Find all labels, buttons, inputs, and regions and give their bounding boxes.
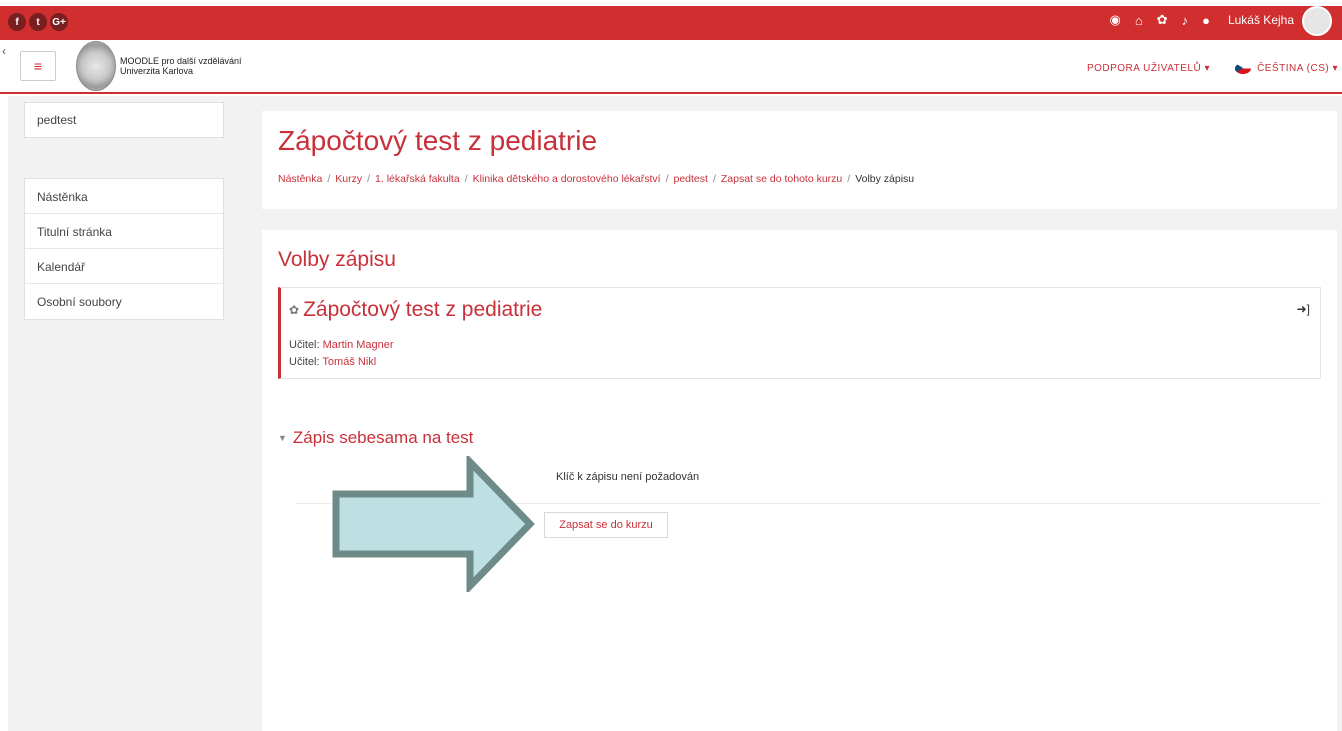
brand-subtitle: Univerzita Karlova (120, 66, 194, 76)
self-enrol-section-toggle[interactable]: ▼ Zápis sebesama na test (278, 428, 473, 448)
page-title: Zápočtový test z pediatrie (278, 125, 598, 156)
sign-in-icon: ➜] (1296, 302, 1310, 316)
site-brand[interactable]: MOODLE pro další vzdělávání Univerzita K… (120, 56, 242, 76)
breadcrumb-item[interactable]: 1. lékařská fakulta (375, 173, 460, 185)
sidebar-item-home[interactable]: Titulní stránka (25, 214, 223, 249)
facebook-icon[interactable]: f (8, 13, 26, 31)
sidebar-nav: Nástěnka Titulní stránka Kalendář Osobní… (24, 178, 224, 320)
support-menu[interactable]: PODPORA UŽIVATELŮ ▾ (1087, 63, 1210, 74)
menu-toggle-button[interactable]: ≡ (20, 51, 56, 81)
breadcrumb-item[interactable]: pedtest (673, 173, 707, 185)
top-icons: ◉ ⌂ ✿ ♪ ● Lukáš Kejha (1109, 12, 1294, 28)
teacher-link[interactable]: Martin Magner (323, 339, 394, 351)
course-name-label: Zápočtový test z pediatrie (303, 298, 543, 321)
breadcrumb-separator: / (327, 173, 331, 185)
teacher-row: Učitel: Martin Magner (289, 339, 394, 351)
course-name[interactable]: ✿ Zápočtový test z pediatrie (289, 298, 542, 322)
sidebar-item-dashboard[interactable]: Nástěnka (25, 179, 223, 214)
language-label: ČEŠTINA (CS) ▾ (1257, 63, 1338, 74)
dashboard-icon[interactable]: ◉ (1109, 12, 1120, 28)
breadcrumb-item[interactable]: Nástěnka (278, 173, 322, 185)
breadcrumb-item[interactable]: Kurzy (335, 173, 362, 185)
page-header-card: Zápočtový test z pediatrie Nástěnka / Kurz… (262, 111, 1337, 209)
breadcrumb-separator: / (464, 173, 468, 185)
brand-title: MOODLE pro další vzdělávání (120, 56, 242, 66)
teacher-label: Učitel: (289, 356, 320, 368)
hamburger-icon: ≡ (33, 58, 43, 74)
sidebar-item-calendar[interactable]: Kalendář (25, 249, 223, 284)
caret-down-icon: ▼ (278, 433, 287, 443)
university-logo[interactable] (76, 41, 116, 91)
breadcrumb: Nástěnka / Kurzy / 1. lékařská fakulta / Klini… (278, 173, 914, 185)
breadcrumb-separator: / (712, 173, 716, 185)
language-menu[interactable]: ČEŠTINA (CS) ▾ (1235, 63, 1338, 74)
arrow-shape (332, 456, 535, 592)
czech-flag-icon (1235, 63, 1252, 74)
course-box: ✿ Zápočtový test z pediatrie ➜] Učitel: … (278, 287, 1321, 379)
chevron-left-icon[interactable]: ‹ (2, 44, 6, 58)
groups-icon[interactable]: ✿ (1157, 12, 1168, 28)
chat-icon[interactable]: ● (1202, 13, 1210, 28)
user-name[interactable]: Lukáš Kejha (1228, 13, 1294, 27)
course-icon: ✿ (289, 303, 300, 317)
google-plus-icon[interactable]: G+ (50, 13, 68, 31)
top-edge (0, 0, 1342, 6)
breadcrumb-separator: / (367, 173, 371, 185)
avatar[interactable] (1302, 6, 1332, 36)
twitter-icon[interactable]: t (29, 13, 47, 31)
section-title: Volby zápisu (278, 248, 396, 271)
teacher-link[interactable]: Tomáš Nikl (322, 356, 376, 368)
breadcrumb-separator: / (665, 173, 669, 185)
teacher-label: Učitel: (289, 339, 320, 351)
teacher-row: Učitel: Tomáš Nikl (289, 356, 376, 368)
sidebar-item-files[interactable]: Osobní soubory (25, 284, 223, 319)
breadcrumb-current: Volby zápisu (855, 173, 915, 185)
breadcrumb-item[interactable]: Klinika dětského a dorostového lékařství (473, 173, 661, 185)
bell-icon[interactable]: ♪ (1182, 13, 1189, 28)
enrol-button[interactable]: Zapsat se do kurzu (544, 512, 668, 538)
self-enrol-title: Zápis sebesama na test (292, 428, 474, 447)
breadcrumb-separator: / (847, 173, 851, 185)
arrow-annotation (332, 456, 535, 592)
breadcrumb-item[interactable]: Zapsat se do tohoto kurzu (721, 173, 842, 185)
enrol-key-note: Klíč k zápisu není požadován (556, 471, 700, 483)
sidebar-course[interactable]: pedtest (24, 102, 224, 138)
social-links: f t G+ (8, 13, 68, 31)
home-icon[interactable]: ⌂ (1135, 13, 1143, 28)
